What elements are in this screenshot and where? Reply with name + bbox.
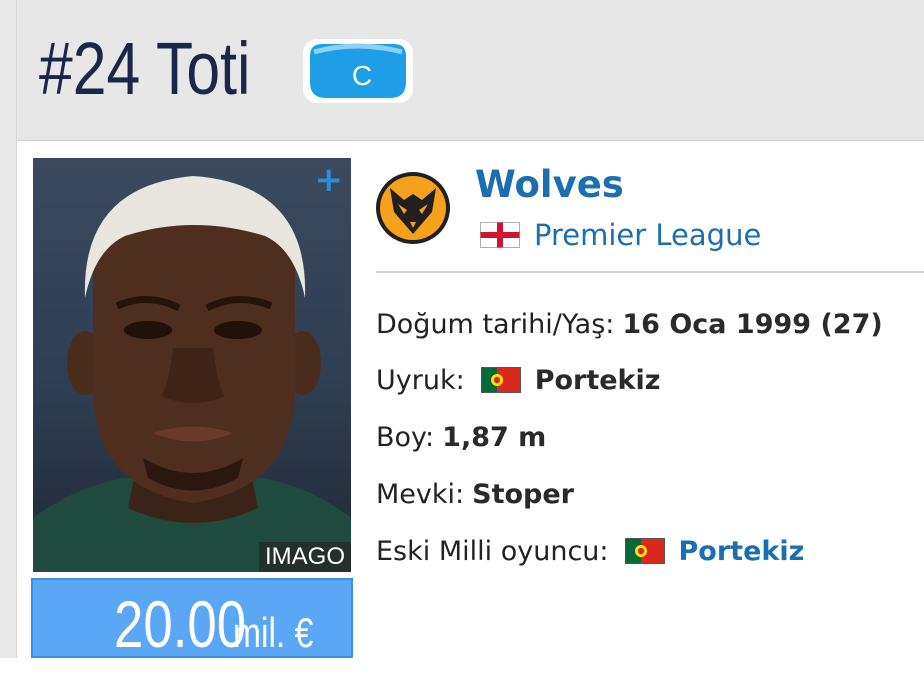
player-title: #24 Toti bbox=[39, 27, 251, 110]
position-row: Mevki: Stoper bbox=[376, 472, 574, 516]
market-value-box[interactable]: 20.00 mil. € bbox=[31, 578, 353, 661]
captain-badge-icon: C bbox=[303, 39, 413, 103]
nationality-label: Uyruk: bbox=[376, 364, 465, 396]
nationality-value: Portekiz bbox=[534, 364, 661, 396]
player-portrait-image bbox=[33, 176, 351, 572]
former-international-label: Eski Milli oyuncu: bbox=[376, 535, 609, 567]
market-value-amount: 20.00 bbox=[114, 587, 247, 661]
photo-credit: IMAGO bbox=[258, 542, 351, 572]
player-photo[interactable]: + IMAGO bbox=[33, 158, 351, 572]
height-label: Boy: bbox=[376, 421, 435, 453]
former-international-row: Eski Milli oyuncu: Portekiz bbox=[376, 529, 804, 573]
captain-badge-label: C bbox=[352, 60, 372, 91]
position-value: Stoper bbox=[472, 478, 574, 510]
birth-date-value: 16 Oca 1999 (27) bbox=[622, 308, 883, 340]
club-name-link[interactable]: Wolves bbox=[475, 161, 624, 209]
birth-date-label: Doğum tarihi/Yaş: bbox=[376, 308, 615, 340]
add-photo-plus-icon[interactable]: + bbox=[315, 160, 344, 200]
left-edge-strip bbox=[0, 0, 17, 658]
section-divider bbox=[376, 271, 924, 273]
league-name: Premier League bbox=[534, 218, 762, 252]
england-flag-icon bbox=[480, 222, 520, 248]
profile-header: #24 Toti C bbox=[17, 0, 924, 141]
league-link[interactable]: Premier League bbox=[480, 214, 761, 256]
position-label: Mevki: bbox=[376, 478, 465, 510]
wolves-crest-icon[interactable] bbox=[374, 170, 452, 246]
birth-date-row: Doğum tarihi/Yaş: 16 Oca 1999 (27) bbox=[376, 302, 883, 346]
height-row: Boy: 1,87 m bbox=[376, 415, 546, 459]
portugal-flag-icon bbox=[624, 538, 665, 564]
height-value: 1,87 m bbox=[442, 421, 547, 453]
portugal-flag-icon bbox=[480, 367, 521, 393]
former-international-link[interactable]: Portekiz bbox=[679, 536, 805, 567]
market-value-unit: mil. € bbox=[232, 609, 313, 656]
nationality-row: Uyruk: Portekiz bbox=[376, 358, 661, 402]
